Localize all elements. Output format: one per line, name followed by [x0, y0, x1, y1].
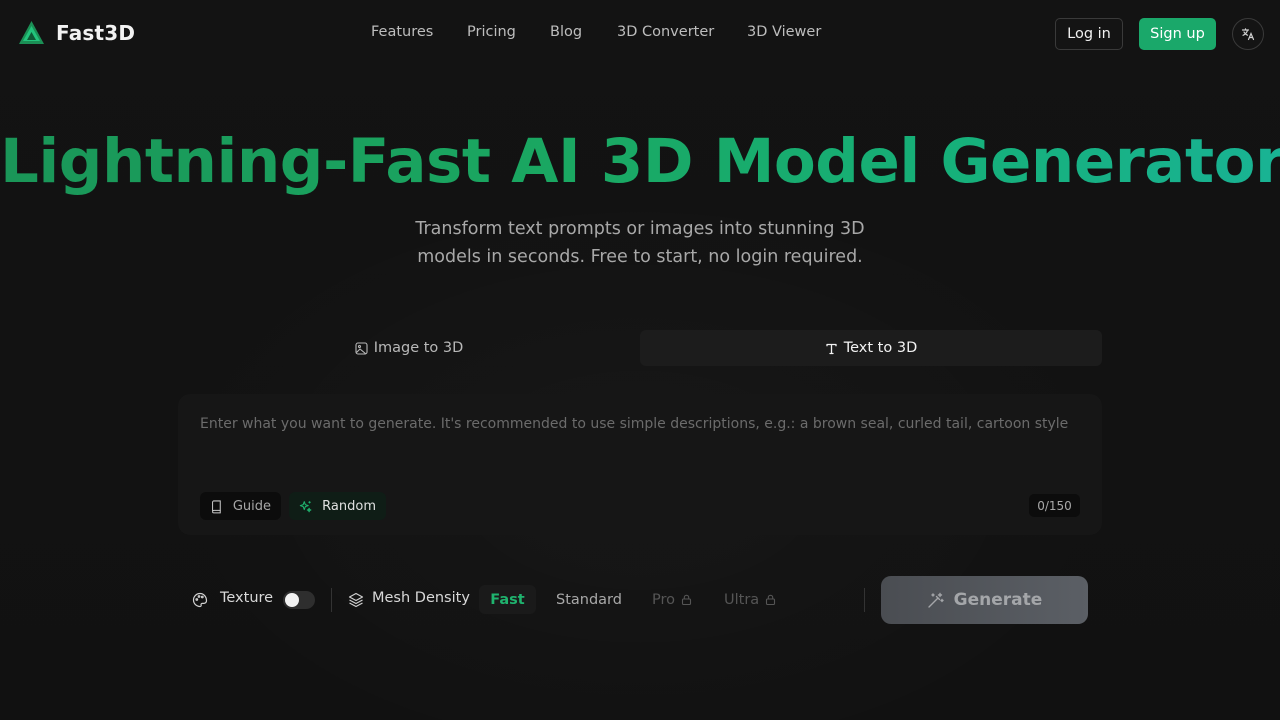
texture-label: Texture	[220, 590, 274, 606]
signup-button[interactable]: Sign up	[1139, 18, 1216, 50]
nav-item-blog[interactable]: Blog	[550, 24, 582, 40]
prompt-input[interactable]	[200, 414, 1070, 474]
translate-icon	[1241, 28, 1255, 41]
lock-icon	[766, 594, 776, 605]
tab-image-to-3d[interactable]: Image to 3D	[178, 330, 640, 366]
sparkles-icon	[299, 500, 312, 512]
nav-item-3d-converter[interactable]: 3D Converter	[617, 24, 714, 40]
divider	[331, 588, 332, 612]
density-option-ultra[interactable]: Ultra	[724, 585, 776, 614]
divider	[864, 588, 865, 612]
density-option-fast[interactable]: Fast	[479, 585, 536, 614]
generate-button[interactable]: Generate	[881, 576, 1088, 624]
tab-text-to-3d-label: Text to 3D	[843, 340, 918, 356]
random-button[interactable]: Random	[289, 492, 386, 520]
generation-mode-tabs: Image to 3D Text to 3D	[178, 330, 1102, 366]
mesh-density-label: Mesh Density	[372, 590, 470, 606]
nav-item-pricing[interactable]: Pricing	[467, 24, 516, 40]
palette-icon	[192, 592, 208, 608]
tab-text-to-3d[interactable]: Text to 3D	[640, 330, 1102, 366]
nav-item-3d-viewer[interactable]: 3D Viewer	[747, 24, 821, 40]
site-header: Fast3D Features Pricing Blog 3D Converte…	[0, 0, 1280, 66]
text-icon	[826, 343, 837, 354]
density-option-fast-label: Fast	[490, 591, 525, 608]
image-icon	[355, 341, 368, 355]
hero-subtitle: Transform text prompts or images into st…	[415, 219, 865, 267]
density-option-ultra-label: Ultra	[724, 591, 760, 608]
language-switch-button[interactable]	[1232, 18, 1264, 50]
book-icon	[212, 499, 221, 513]
lock-icon	[681, 594, 692, 605]
random-label: Random	[322, 498, 376, 514]
texture-toggle-knob	[285, 593, 299, 607]
generate-label: Generate	[953, 590, 1043, 610]
magic-wand-icon	[927, 592, 944, 608]
character-counter: 0/150	[1029, 494, 1080, 517]
prompt-card: Guide Random 0/150	[178, 394, 1102, 535]
hero-title: Lightning-Fast AI 3D Model Generator	[0, 126, 1280, 197]
guide-button[interactable]: Guide	[200, 492, 281, 520]
tab-image-to-3d-label: Image to 3D	[373, 340, 464, 356]
density-option-standard[interactable]: Standard	[556, 585, 622, 614]
texture-toggle[interactable]	[283, 591, 315, 609]
guide-label: Guide	[232, 498, 271, 514]
density-option-standard-label: Standard	[556, 591, 622, 608]
layers-icon	[348, 592, 364, 608]
density-option-pro-label: Pro	[652, 591, 676, 608]
generation-options-bar: Texture Mesh Density Fast Standard Pro U…	[178, 576, 1102, 624]
nav-item-features[interactable]: Features	[371, 24, 433, 40]
density-option-pro[interactable]: Pro	[652, 585, 692, 614]
login-button[interactable]: Log in	[1055, 18, 1123, 50]
